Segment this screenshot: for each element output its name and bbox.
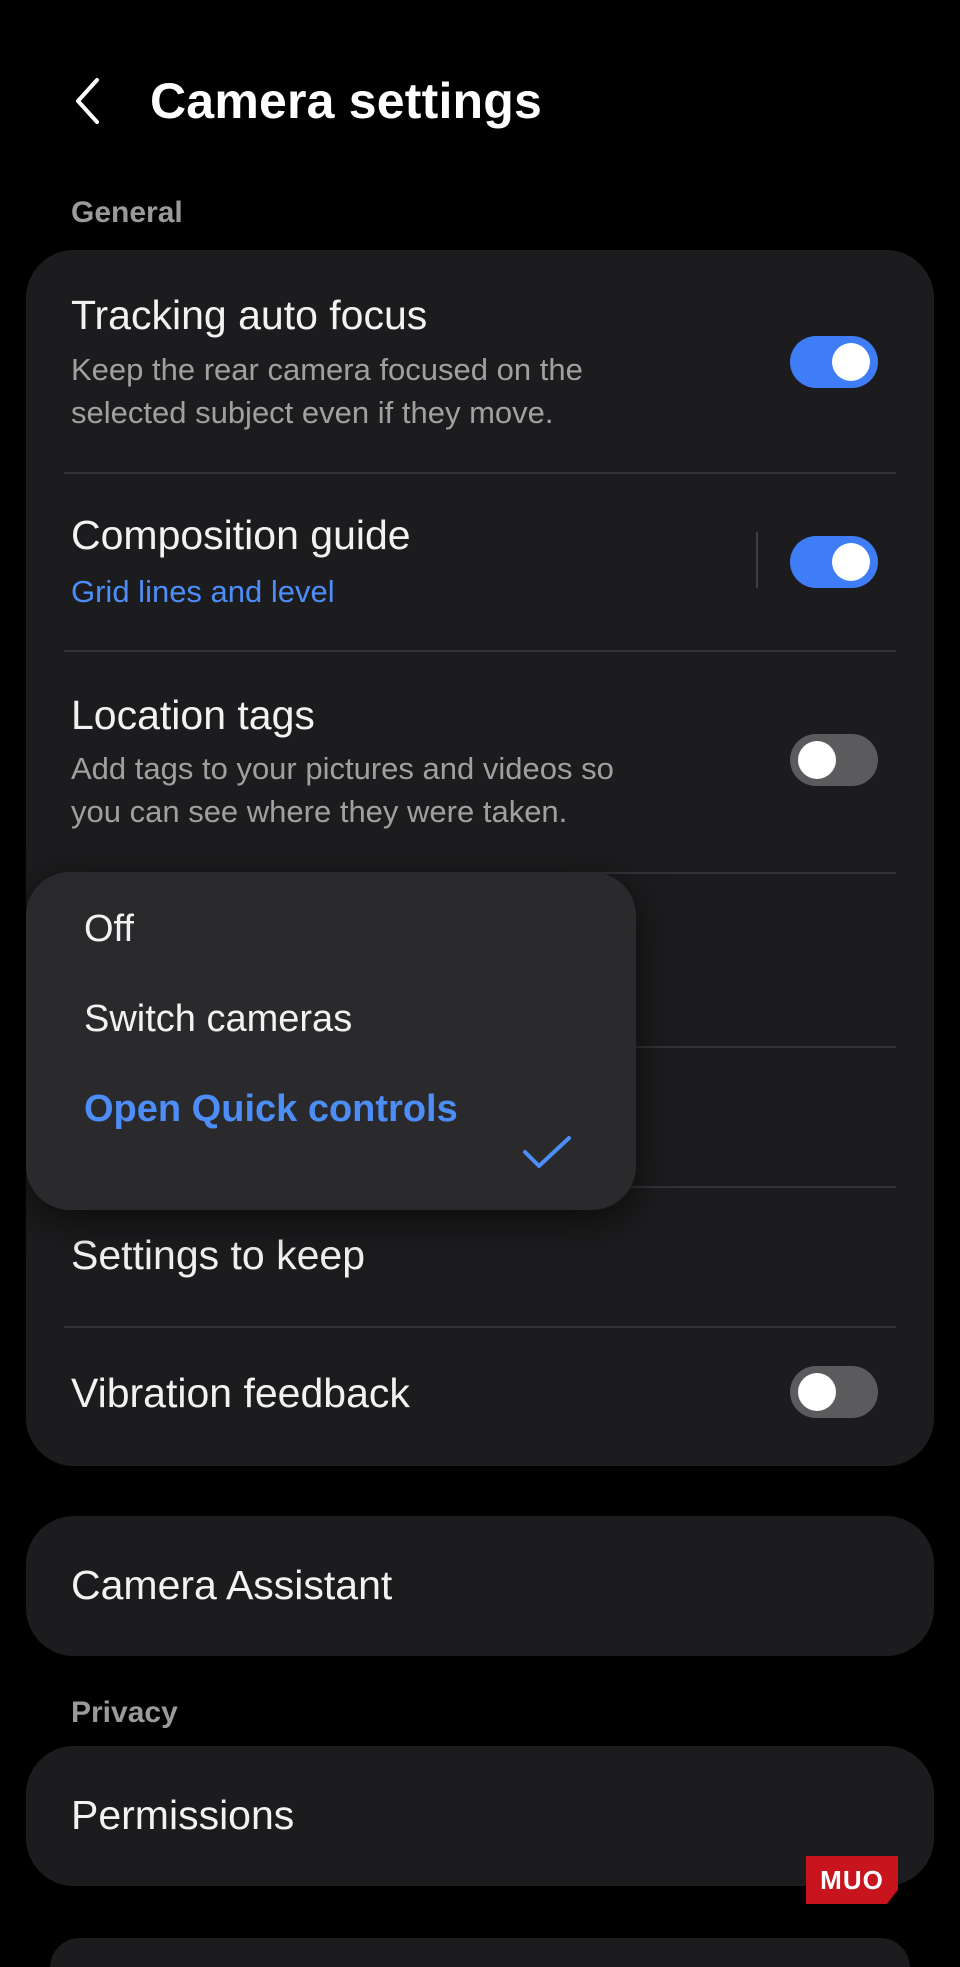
tracking-auto-focus-toggle[interactable] <box>790 336 878 388</box>
permissions-card[interactable]: Permissions <box>26 1746 934 1886</box>
camera-settings-screen: Camera settings General Tracking auto fo… <box>0 0 960 1967</box>
popup-option-switch-cameras[interactable]: Switch cameras <box>84 998 352 1041</box>
location-tags-toggle[interactable] <box>790 734 878 786</box>
chevron-left-icon <box>76 78 99 124</box>
page-title: Camera settings <box>150 73 543 129</box>
camera-assistant-label: Camera Assistant <box>71 1562 393 1608</box>
setting-description: Add tags to your pictures and videos so … <box>71 751 614 829</box>
composition-guide-toggle[interactable] <box>790 536 878 588</box>
setting-title: Settings to keep <box>71 1232 366 1278</box>
setting-vibration-feedback[interactable]: Vibration feedback <box>26 1328 934 1466</box>
muo-watermark: MUO <box>806 1856 898 1904</box>
section-label-privacy: Privacy <box>71 1696 178 1729</box>
check-icon <box>523 1136 571 1168</box>
back-button[interactable] <box>62 70 114 132</box>
setting-composition-guide[interactable]: Composition guide Grid lines and level <box>26 474 934 650</box>
popup-option-open-quick-controls[interactable]: Open Quick controls <box>84 1088 458 1131</box>
toggle-knob <box>832 343 870 381</box>
vertical-separator <box>756 532 758 588</box>
setting-title: Vibration feedback <box>71 1370 410 1416</box>
permissions-label: Permissions <box>71 1792 295 1838</box>
setting-description: Keep the rear camera focused on the sele… <box>71 352 583 430</box>
section-label-general: General <box>71 196 183 229</box>
popup-option-off[interactable]: Off <box>84 908 134 951</box>
camera-assistant-card[interactable]: Camera Assistant <box>26 1516 934 1656</box>
toggle-knob <box>798 741 836 779</box>
setting-title: Location tags <box>71 692 315 738</box>
setting-subtitle: Grid lines and level <box>71 574 335 609</box>
setting-title: Tracking auto focus <box>71 292 428 338</box>
option-popup-menu: Off Switch cameras Open Quick controls <box>26 872 636 1210</box>
general-settings-card: Tracking auto focus Keep the rear camera… <box>26 250 934 1466</box>
setting-title: Composition guide <box>71 512 411 558</box>
toggle-knob <box>832 543 870 581</box>
vibration-feedback-toggle[interactable] <box>790 1366 878 1418</box>
setting-tracking-auto-focus[interactable]: Tracking auto focus Keep the rear camera… <box>26 250 934 472</box>
partial-card <box>50 1938 910 1967</box>
setting-location-tags[interactable]: Location tags Add tags to your pictures … <box>26 652 934 872</box>
app-header: Camera settings <box>0 50 960 150</box>
toggle-knob <box>798 1373 836 1411</box>
